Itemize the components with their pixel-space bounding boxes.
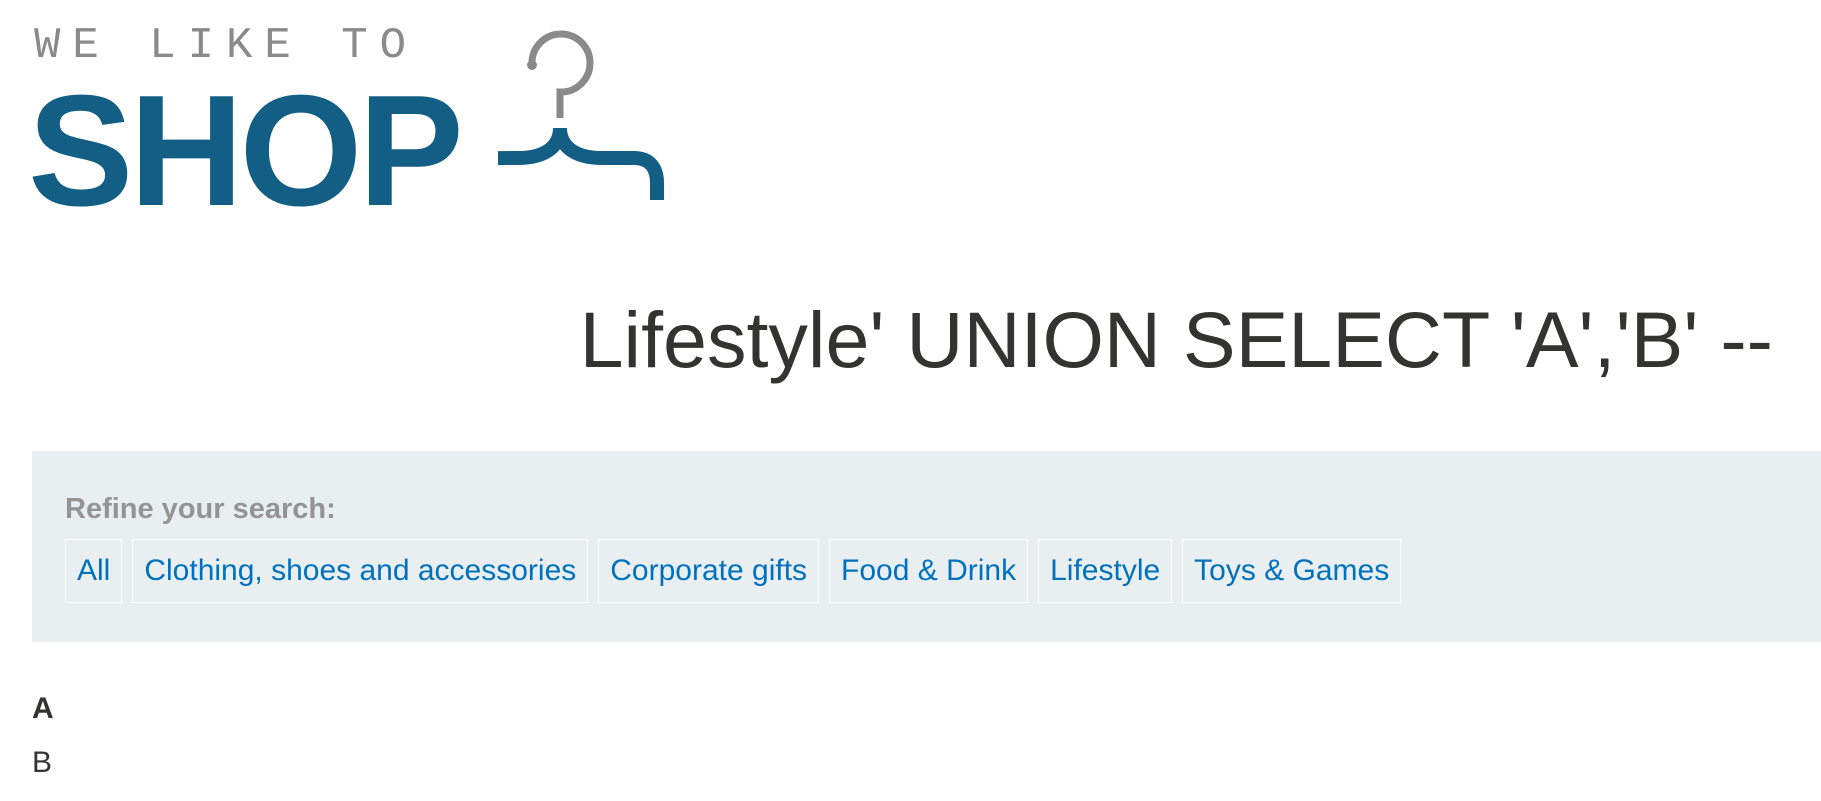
filter-all-button[interactable]: All: [65, 539, 123, 603]
page: WE LIKE TO SHOP Lifestyle' UNION SELECT …: [0, 0, 1821, 801]
page-title: Lifestyle' UNION SELECT 'A','B' --: [579, 295, 1773, 384]
filter-clothing-button[interactable]: Clothing, shoes and accessories: [132, 539, 589, 603]
logo-word: SHOP: [28, 63, 464, 239]
filter-food-drink-button[interactable]: Food & Drink: [829, 539, 1029, 603]
filter-panel: Refine your search: All Clothing, shoes …: [32, 451, 1821, 642]
filter-toys-games-button[interactable]: Toys & Games: [1182, 539, 1402, 603]
results-list: A B: [32, 694, 54, 778]
filter-corporate-gifts-button[interactable]: Corporate gifts: [598, 539, 820, 603]
hanger-icon: [498, 30, 664, 200]
result-heading: A: [32, 692, 54, 725]
result-item: A B: [32, 694, 54, 778]
logo[interactable]: WE LIKE TO SHOP: [28, 18, 748, 230]
logo-tagline: WE LIKE TO: [34, 21, 419, 71]
result-text: B: [32, 746, 53, 779]
category-filter-list: All Clothing, shoes and accessories Corp…: [65, 539, 1402, 603]
filter-lifestyle-button[interactable]: Lifestyle: [1038, 539, 1173, 603]
filter-label: Refine your search:: [65, 493, 336, 525]
